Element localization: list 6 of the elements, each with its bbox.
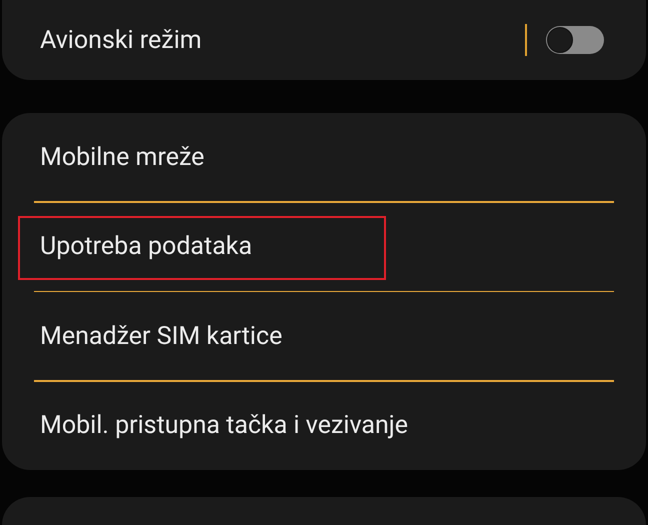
settings-item[interactable]: Mobilne mreže: [40, 142, 204, 172]
airplane-mode-toggle[interactable]: [546, 26, 604, 54]
airplane-mode-label[interactable]: Avionski režim: [40, 26, 525, 54]
settings-item[interactable]: Mobil. pristupna tačka i vezivanje: [40, 411, 408, 440]
settings-item[interactable]: Menadžer SIM kartice: [40, 322, 282, 350]
settings-item[interactable]: Upotreba podataka: [40, 232, 252, 261]
